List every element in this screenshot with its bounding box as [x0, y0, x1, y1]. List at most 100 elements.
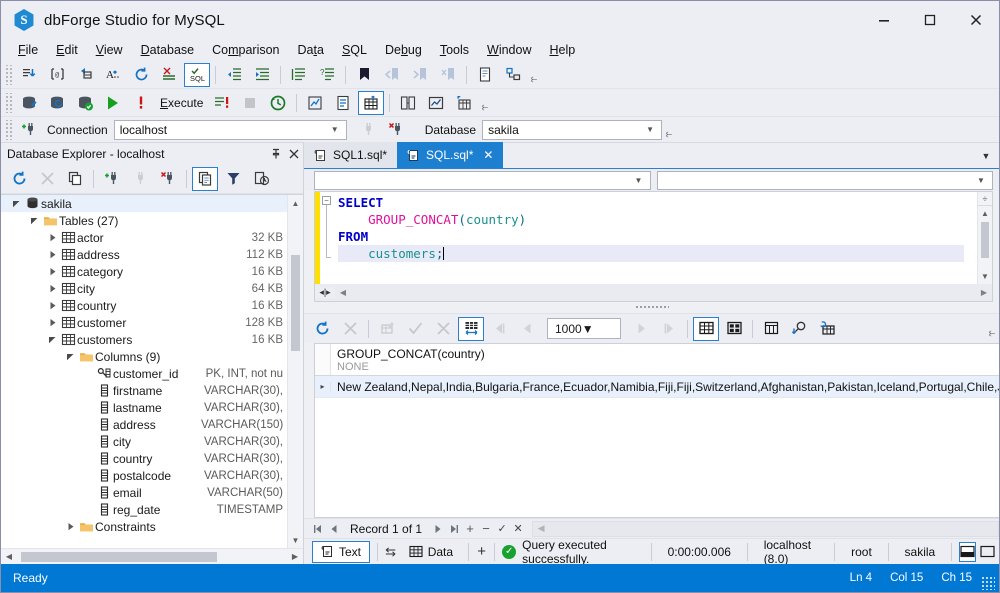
scroll-up-button[interactable]: ▲: [978, 206, 992, 221]
tree-item[interactable]: city64 KB: [1, 280, 287, 297]
member-scope-combo[interactable]: ▼: [657, 171, 994, 190]
expander-open-icon[interactable]: [45, 335, 59, 344]
scroll-right-button[interactable]: ▶: [976, 285, 992, 301]
expander-closed-icon[interactable]: [45, 233, 59, 242]
new-connection-icon[interactable]: [16, 118, 42, 142]
execute-to-file-icon[interactable]: [209, 91, 235, 115]
tree-item[interactable]: firstnameVARCHAR(30),: [1, 382, 287, 399]
disconnect-icon[interactable]: [127, 167, 153, 191]
menu-data[interactable]: Data: [289, 41, 333, 59]
tree-item[interactable]: country16 KB: [1, 297, 287, 314]
tree-item[interactable]: countryVARCHAR(30),: [1, 450, 287, 467]
toolbar-grip[interactable]: [4, 93, 12, 113]
previous-page-icon[interactable]: [514, 317, 540, 341]
new-connection-icon[interactable]: [99, 167, 125, 191]
execute-run-icon[interactable]: [100, 91, 126, 115]
filter-icon[interactable]: [220, 167, 246, 191]
uncomment-icon[interactable]: ?: [314, 63, 340, 87]
open-sql-icon[interactable]: [44, 91, 70, 115]
scroll-down-button[interactable]: ▼: [288, 532, 303, 548]
cancel-record-button[interactable]: ✕: [510, 520, 526, 538]
results-splitter[interactable]: [304, 302, 999, 313]
pin-icon[interactable]: [267, 145, 285, 163]
tab-sql1[interactable]: SQL1.sql*: [304, 142, 397, 168]
pivot-icon[interactable]: [451, 91, 477, 115]
next-page-icon[interactable]: [628, 317, 654, 341]
close-panel-icon[interactable]: [285, 145, 303, 163]
menu-database[interactable]: Database: [132, 41, 204, 59]
database-combo[interactable]: sakila ▼: [482, 120, 662, 140]
new-sql-icon[interactable]: [16, 63, 42, 87]
expander-open-icon[interactable]: [63, 352, 77, 361]
execution-plan-icon[interactable]: [330, 91, 356, 115]
tree-item[interactable]: emailVARCHAR(50): [1, 484, 287, 501]
tree-item[interactable]: customers16 KB: [1, 331, 287, 348]
tree-item[interactable]: Tables (27): [1, 212, 287, 229]
comment-icon[interactable]: [286, 63, 312, 87]
sql-text-editor[interactable]: − SELECT GROUP_CONCAT(country)FROM custo…: [314, 191, 993, 284]
toolbar-overflow-button[interactable]: [662, 119, 676, 141]
scroll-thumb[interactable]: [291, 255, 300, 351]
document-outline-icon[interactable]: [472, 63, 498, 87]
query-profiler-icon[interactable]: [302, 91, 328, 115]
toolbar-grip[interactable]: [4, 120, 12, 140]
change-case-icon[interactable]: A: [100, 63, 126, 87]
chevron-down-icon[interactable]: ▼: [631, 172, 647, 189]
expander-open-icon[interactable]: [27, 216, 41, 225]
tree-item[interactable]: actor32 KB: [1, 229, 287, 246]
chevron-down-icon[interactable]: ▼: [582, 322, 594, 336]
tab-sql[interactable]: SQL.sql* ✕: [397, 142, 503, 168]
copy-object-icon[interactable]: [192, 167, 218, 191]
data-compare-icon[interactable]: [395, 91, 421, 115]
menu-edit[interactable]: Edit: [47, 41, 87, 59]
next-record-button[interactable]: [430, 520, 446, 538]
grid-column-header[interactable]: GROUP_CONCAT(country) NONE: [331, 344, 999, 375]
cancel-icon[interactable]: [337, 317, 363, 341]
editor-horizontal-scrollbar[interactable]: ◂|▸ ◀ ▶: [314, 284, 993, 302]
delete-icon[interactable]: [34, 167, 60, 191]
tree-item[interactable]: Columns (9): [1, 348, 287, 365]
scroll-left-button[interactable]: ◀: [533, 520, 549, 538]
post-record-button[interactable]: ✓: [494, 520, 510, 538]
editor-vertical-split-handle[interactable]: ◂|▸: [315, 287, 335, 298]
first-page-icon[interactable]: [486, 317, 512, 341]
next-bookmark-icon[interactable]: [407, 63, 433, 87]
execution-history-icon[interactable]: [265, 91, 291, 115]
previous-record-button[interactable]: [326, 520, 342, 538]
format-sql-icon[interactable]: SQL: [184, 63, 210, 87]
toolbar-grip[interactable]: [4, 65, 12, 85]
chart-icon[interactable]: [423, 91, 449, 115]
validate-sql-icon[interactable]: [72, 91, 98, 115]
tree-item[interactable]: sakila: [1, 195, 287, 212]
rename-icon[interactable]: [72, 63, 98, 87]
chevron-down-icon[interactable]: ▼: [642, 121, 658, 139]
connection-combo[interactable]: localhost ▼: [114, 120, 347, 140]
tree-item[interactable]: addressVARCHAR(150): [1, 416, 287, 433]
record-scroll-track[interactable]: ◀: [532, 521, 999, 537]
grid-cell[interactable]: New Zealand,Nepal,India,Bulgaria,France,…: [331, 380, 999, 394]
tab-text-view[interactable]: Text: [312, 541, 370, 563]
menu-window[interactable]: Window: [478, 41, 540, 59]
tab-data-view[interactable]: Data: [401, 541, 461, 563]
execute-button[interactable]: Execute: [155, 92, 208, 114]
toolbar-overflow-button[interactable]: [985, 318, 999, 340]
refresh-icon[interactable]: [128, 63, 154, 87]
outdent-icon[interactable]: [221, 63, 247, 87]
previous-bookmark-icon[interactable]: [379, 63, 405, 87]
maximize-button[interactable]: [907, 1, 953, 39]
scroll-right-button[interactable]: ▶: [287, 549, 303, 565]
menu-comparison[interactable]: Comparison: [203, 41, 288, 59]
execute-alert-icon[interactable]: [128, 91, 154, 115]
menu-view[interactable]: View: [87, 41, 132, 59]
bookmark-icon[interactable]: [351, 63, 377, 87]
delete-record-button[interactable]: −: [478, 520, 494, 538]
tree-item[interactable]: category16 KB: [1, 263, 287, 280]
last-record-button[interactable]: [446, 520, 462, 538]
expander-closed-icon[interactable]: [63, 522, 77, 531]
column-chooser-icon[interactable]: [758, 317, 784, 341]
tree-item[interactable]: cityVARCHAR(30),: [1, 433, 287, 450]
editor-split-handle[interactable]: ÷: [978, 192, 992, 206]
menu-help[interactable]: Help: [540, 41, 584, 59]
add-record-button[interactable]: +: [462, 520, 478, 538]
snippet-icon[interactable]: @: [44, 63, 70, 87]
